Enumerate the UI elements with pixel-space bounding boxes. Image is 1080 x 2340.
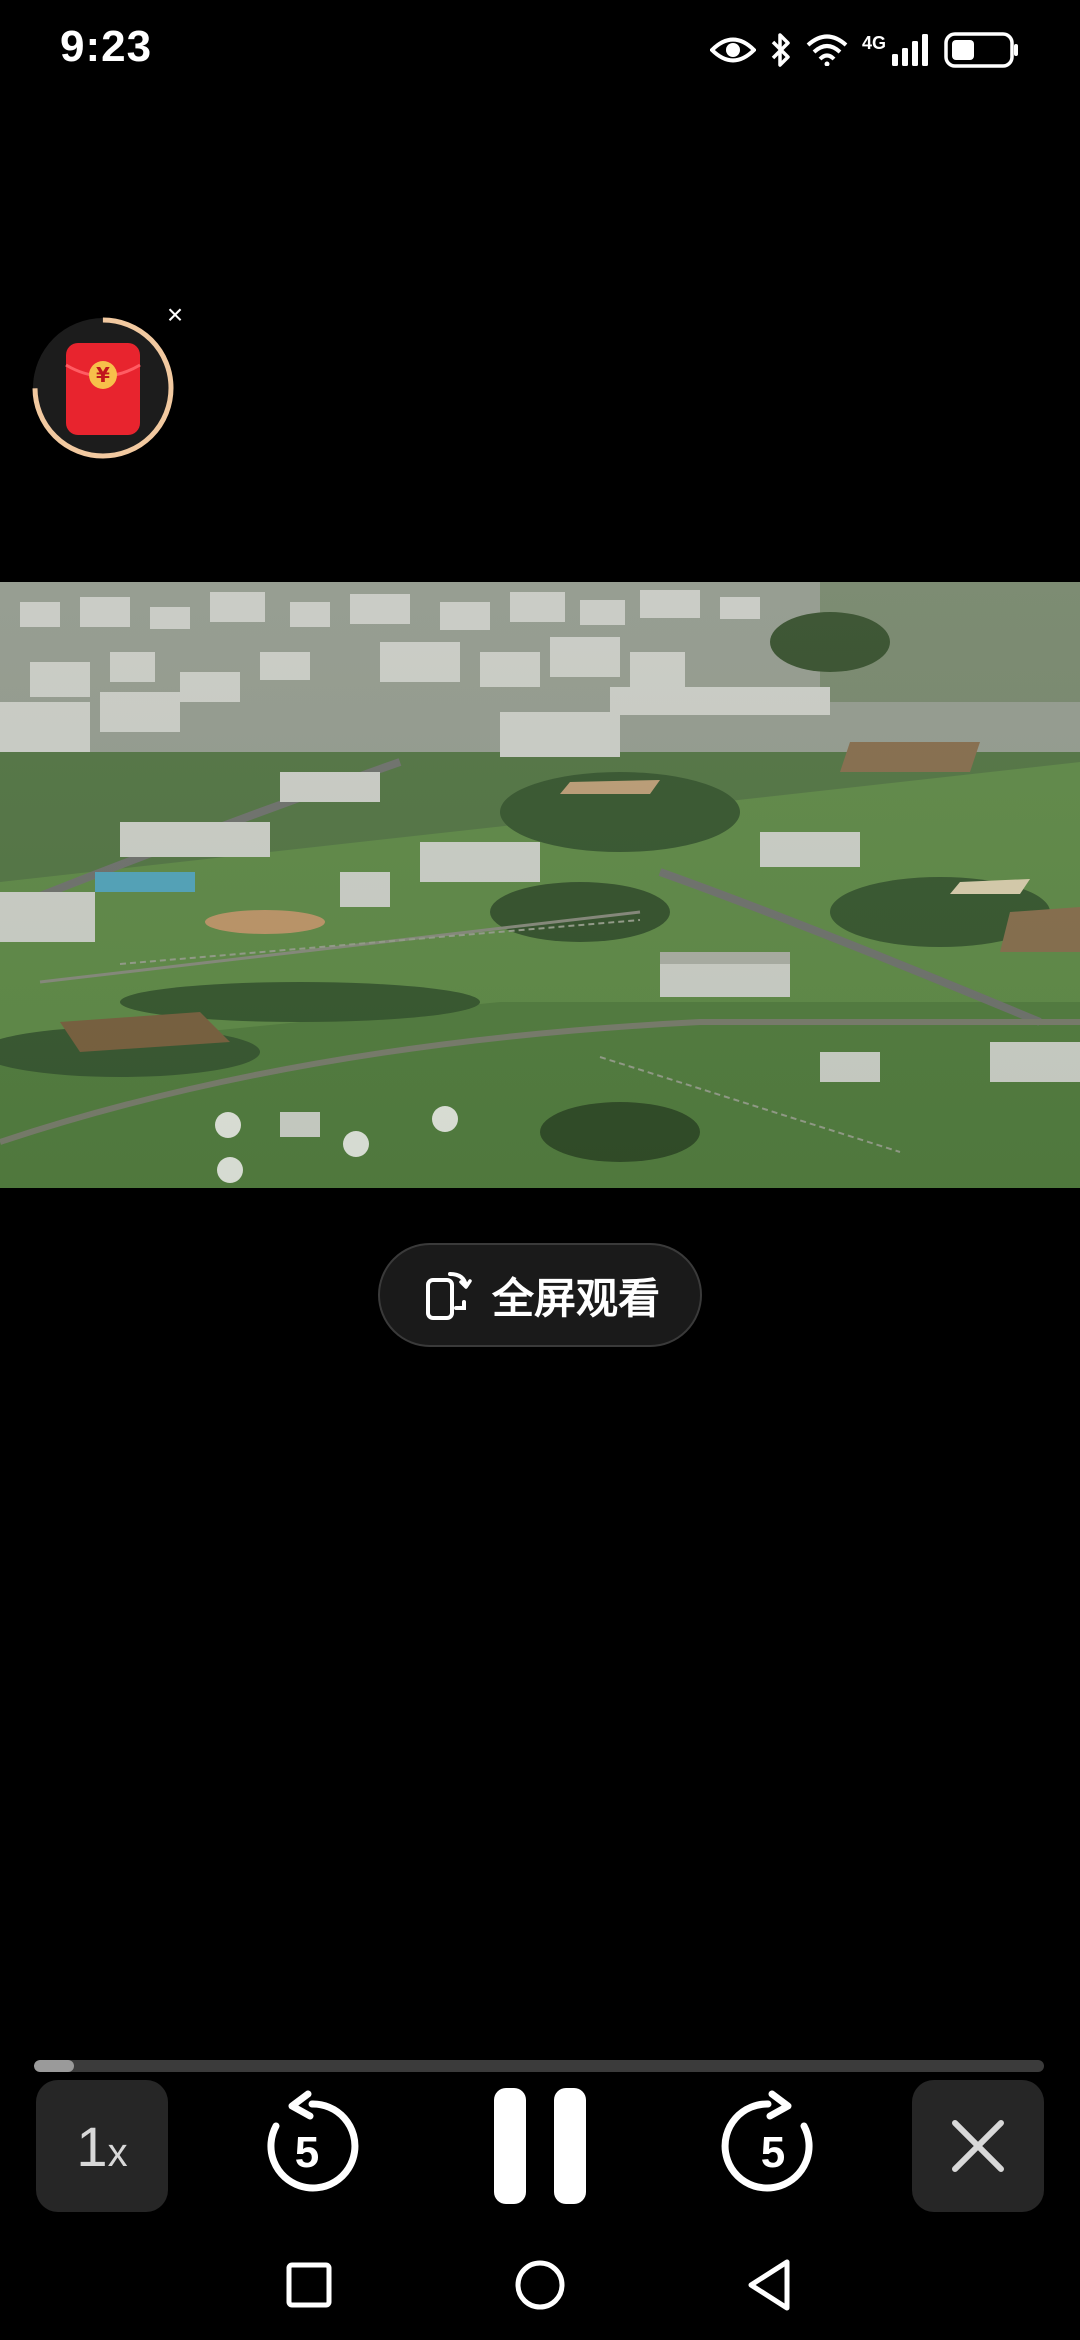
triangle-back-icon[interactable] <box>735 2250 805 2320</box>
fullscreen-button[interactable]: 全屏观看 <box>378 1243 702 1347</box>
red-packet-widget[interactable]: ¥ <box>30 315 176 461</box>
battery-icon <box>944 32 1018 68</box>
rewind-seconds: 5 <box>294 2128 320 2177</box>
speed-button[interactable]: 1 x <box>36 2080 168 2212</box>
red-packet-symbol: ¥ <box>96 363 110 387</box>
red-packet-close-button[interactable]: × <box>160 300 190 330</box>
fullscreen-label: 全屏观看 <box>491 1274 660 1322</box>
aerial-base-footage <box>0 582 1080 1188</box>
circle-icon[interactable] <box>505 2250 575 2320</box>
square-icon[interactable] <box>274 2250 344 2320</box>
forward-button[interactable]: 5 <box>718 2090 828 2200</box>
bluetooth-icon <box>771 33 790 67</box>
signal-icon: 4G <box>862 34 930 66</box>
speed-value: 1 <box>76 2115 108 2178</box>
screen: 9:23 4G ¥ × 全屏观看 1 x 5 5 <box>0 0 1080 2340</box>
status-time: 9:23 <box>60 22 153 71</box>
wifi-icon <box>806 34 848 66</box>
red-envelope-icon: ¥ <box>65 343 141 435</box>
forward-seconds: 5 <box>760 2128 786 2177</box>
close-icon <box>952 2120 1004 2172</box>
video-frame[interactable] <box>0 582 1080 1188</box>
eye-icon <box>709 37 756 63</box>
status-icons: 4G <box>709 26 1020 74</box>
rotate-screen-icon <box>425 1272 472 1320</box>
close-player-button[interactable] <box>912 2080 1044 2212</box>
speed-suffix: x <box>107 2131 128 2175</box>
status-bar: 9:23 4G <box>0 0 1080 100</box>
rewind-button[interactable]: 5 <box>252 2090 362 2200</box>
system-nav-bar <box>0 2230 1080 2340</box>
progress-bar[interactable] <box>34 2060 1044 2072</box>
progress-fill <box>34 2060 75 2072</box>
pause-button[interactable] <box>490 2088 590 2204</box>
network-label: 4G <box>861 33 886 53</box>
